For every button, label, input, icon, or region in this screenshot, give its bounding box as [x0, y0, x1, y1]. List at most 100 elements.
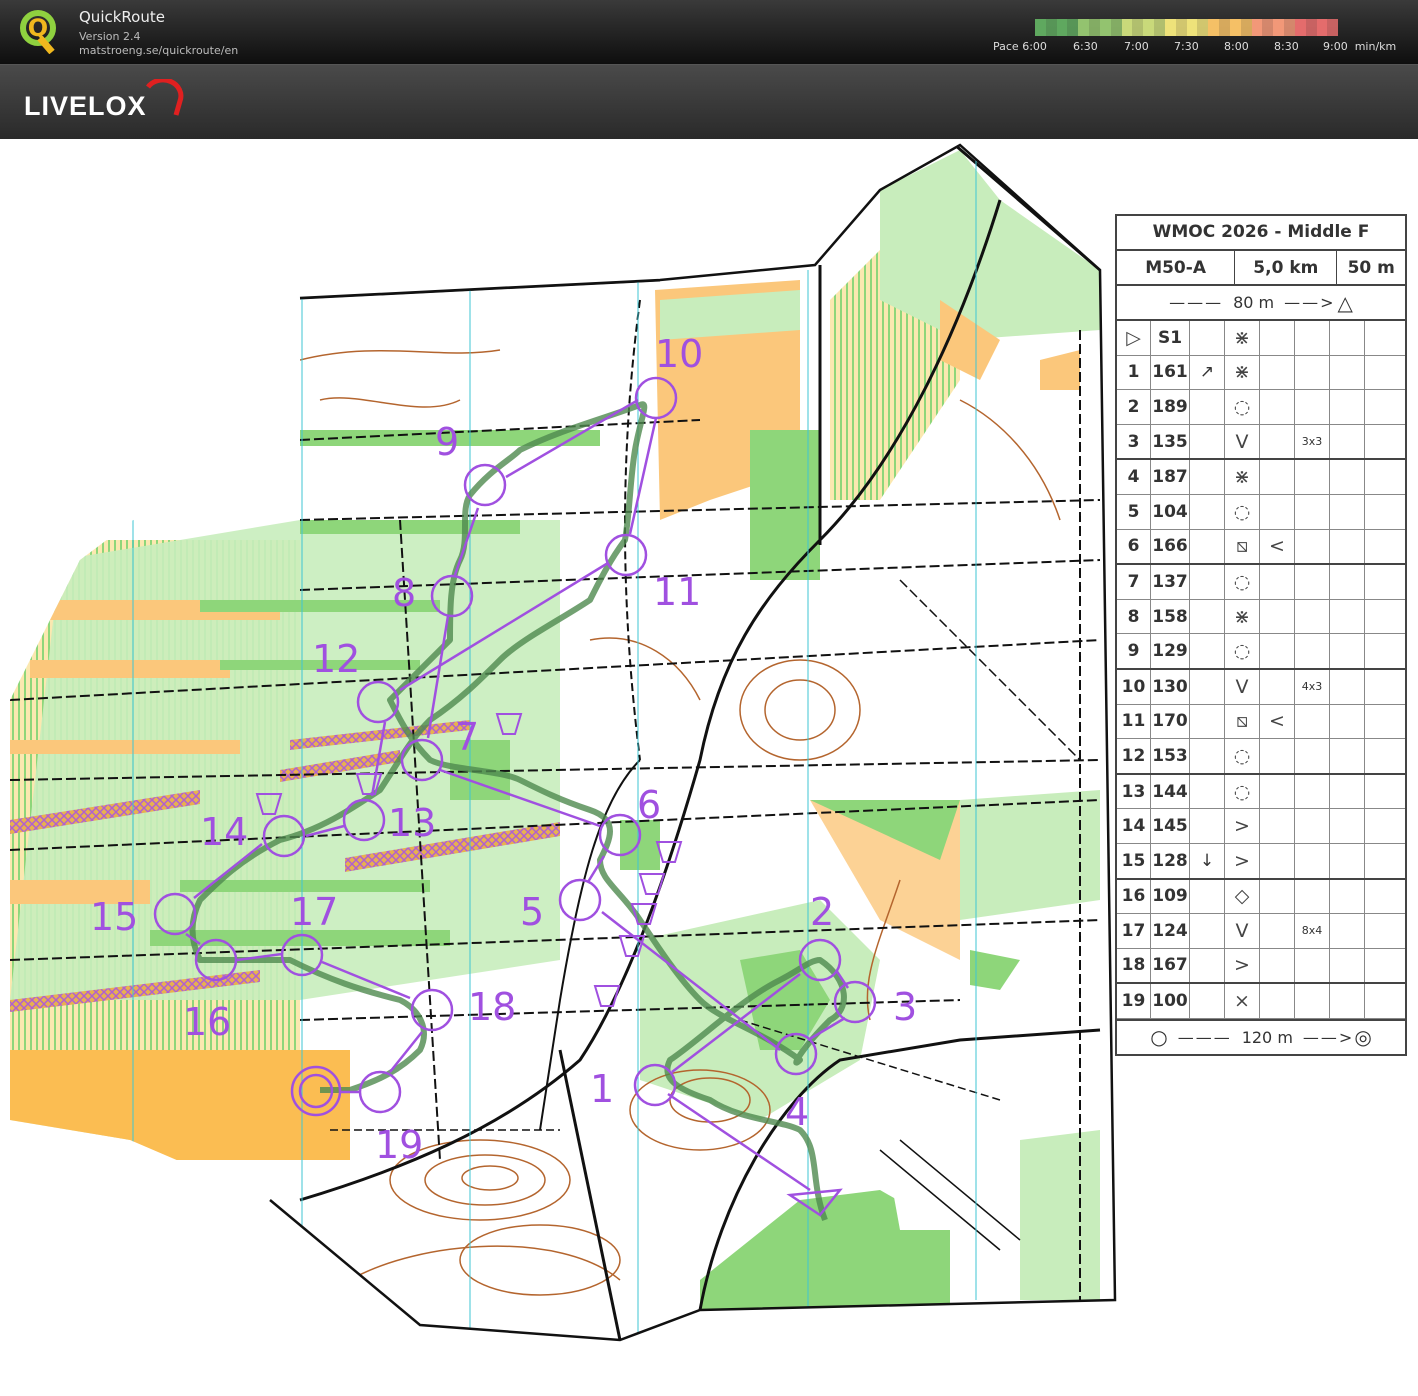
- description-cell-f: [1295, 321, 1330, 355]
- description-cell-e: [1260, 843, 1295, 878]
- description-cell-e: <: [1260, 529, 1295, 564]
- pace-scale-segment: [1175, 19, 1187, 36]
- description-cell-f: [1295, 460, 1330, 494]
- control-number: 15: [90, 895, 138, 939]
- description-cell-c: [1190, 460, 1225, 494]
- description-cell-g: [1330, 809, 1365, 843]
- start-row: ▷ S1 ⋇: [1117, 321, 1405, 356]
- control-number: 3: [893, 985, 917, 1029]
- quickroute-logo-icon: Q: [20, 10, 56, 54]
- description-cell-d: >: [1225, 948, 1260, 983]
- description-cell-b: 109: [1151, 879, 1190, 914]
- description-cell-h: [1365, 356, 1399, 390]
- description-cell-a: 5: [1117, 494, 1151, 529]
- description-cell-c: [1190, 914, 1225, 948]
- description-cell-a: 1: [1117, 355, 1151, 390]
- app-url[interactable]: matstroeng.se/quickroute/en: [79, 44, 238, 57]
- description-cell-g: [1330, 460, 1365, 494]
- control-row: 3 135 V 3x3: [1117, 424, 1405, 461]
- description-cell-h: [1365, 949, 1399, 983]
- description-cell-c: [1190, 948, 1225, 983]
- description-cell-h: [1365, 775, 1399, 809]
- pace-scale-segment: [1186, 19, 1198, 36]
- pace-scale-segment: [1240, 19, 1252, 36]
- description-cell-g: [1330, 669, 1365, 704]
- pace-scale-segment: [1273, 19, 1285, 36]
- description-cell-d: ⧅: [1225, 529, 1260, 564]
- control-number: 12: [312, 637, 360, 681]
- pace-scale-segment: [1327, 19, 1339, 36]
- pace-scale-segment: [1219, 19, 1230, 36]
- description-cell-a: 3: [1117, 424, 1151, 459]
- description-cell-g: [1330, 843, 1365, 878]
- pace-scale-segment: [1078, 19, 1090, 36]
- livelox-logo[interactable]: LIVELOX: [24, 91, 147, 122]
- description-cell-b: 124: [1151, 914, 1190, 948]
- pace-scale-segment: [1045, 19, 1057, 36]
- logo-letter: Q: [28, 14, 48, 42]
- control-number: 1: [590, 1067, 614, 1111]
- description-cell-b: 187: [1151, 460, 1190, 494]
- description-cell-a: 7: [1117, 565, 1151, 599]
- description-cell-c: [1190, 774, 1225, 809]
- description-cell-f: [1295, 809, 1330, 843]
- description-cell-f: [1295, 390, 1330, 424]
- description-cell-a: ▷: [1117, 321, 1151, 355]
- control-number: 18: [468, 985, 516, 1029]
- description-cell-a: 14: [1117, 809, 1151, 843]
- description-cell-c: [1190, 984, 1225, 1018]
- control-description-rows: ▷ S1 ⋇ 1 161 ↗ ⋇ 2 189 ◌ 3 135 V 3x3 4 187 ⋇ 5 104 ◌ 6 166 ⧅ <7…: [1117, 321, 1405, 1019]
- description-cell-b: 130: [1151, 669, 1190, 704]
- description-cell-a: 19: [1117, 984, 1151, 1018]
- description-cell-a: 2: [1117, 390, 1151, 424]
- description-cell-a: 13: [1117, 774, 1151, 809]
- description-cell-f: [1295, 565, 1330, 599]
- pace-scale-segment: [1154, 19, 1165, 36]
- description-cell-d: ⋇: [1225, 599, 1260, 634]
- description-cell-h: [1365, 880, 1399, 914]
- control-number: 11: [653, 570, 701, 614]
- description-cell-h: [1365, 390, 1399, 424]
- pace-color-scale: [1035, 19, 1339, 36]
- description-cell-d: V: [1225, 914, 1260, 948]
- description-cell-a: 10: [1117, 669, 1151, 704]
- description-cell-c: ↗: [1190, 355, 1225, 390]
- description-cell-g: [1330, 424, 1365, 459]
- description-cell-h: [1365, 844, 1399, 878]
- description-cell-d: ◌: [1225, 634, 1260, 668]
- description-cell-g: [1330, 494, 1365, 529]
- description-cell-e: [1260, 669, 1295, 704]
- description-cell-d: ◌: [1225, 494, 1260, 529]
- description-cell-c: [1190, 739, 1225, 773]
- description-cell-e: <: [1260, 704, 1295, 739]
- control-row: 5 104 ◌: [1117, 494, 1405, 530]
- description-cell-a: 9: [1117, 634, 1151, 668]
- pace-scale-segment: [1056, 19, 1068, 36]
- description-cell-h: [1365, 460, 1399, 494]
- description-cell-a: 17: [1117, 914, 1151, 948]
- description-cell-c: [1190, 599, 1225, 634]
- description-cell-g: [1330, 879, 1365, 914]
- pace-scale-segment: [1294, 19, 1306, 36]
- pace-tick: 7:30: [1174, 40, 1199, 53]
- description-cell-e: [1260, 355, 1295, 390]
- course-class: M50-A: [1117, 251, 1236, 284]
- description-cell-c: [1190, 669, 1225, 704]
- description-cell-h: [1365, 670, 1399, 704]
- pace-scale-segment: [1164, 19, 1176, 36]
- description-cell-b: 166: [1151, 529, 1190, 564]
- description-cell-g: [1330, 948, 1365, 983]
- description-cell-d: ⋇: [1225, 460, 1260, 494]
- description-cell-f: [1295, 634, 1330, 668]
- start-marked-route: ——— 80 m ——> △: [1117, 286, 1405, 321]
- control-row: 18 167 >: [1117, 948, 1405, 985]
- control-row: 14 145 >: [1117, 809, 1405, 844]
- control-row: 19 100 ×: [1117, 984, 1405, 1019]
- pace-tick: 7:00: [1124, 40, 1149, 53]
- description-cell-c: ↓: [1190, 843, 1225, 878]
- control-number: 10: [655, 332, 703, 376]
- description-cell-f: [1295, 494, 1330, 529]
- description-cell-b: 158: [1151, 599, 1190, 634]
- description-cell-g: [1330, 599, 1365, 634]
- description-cell-e: [1260, 879, 1295, 914]
